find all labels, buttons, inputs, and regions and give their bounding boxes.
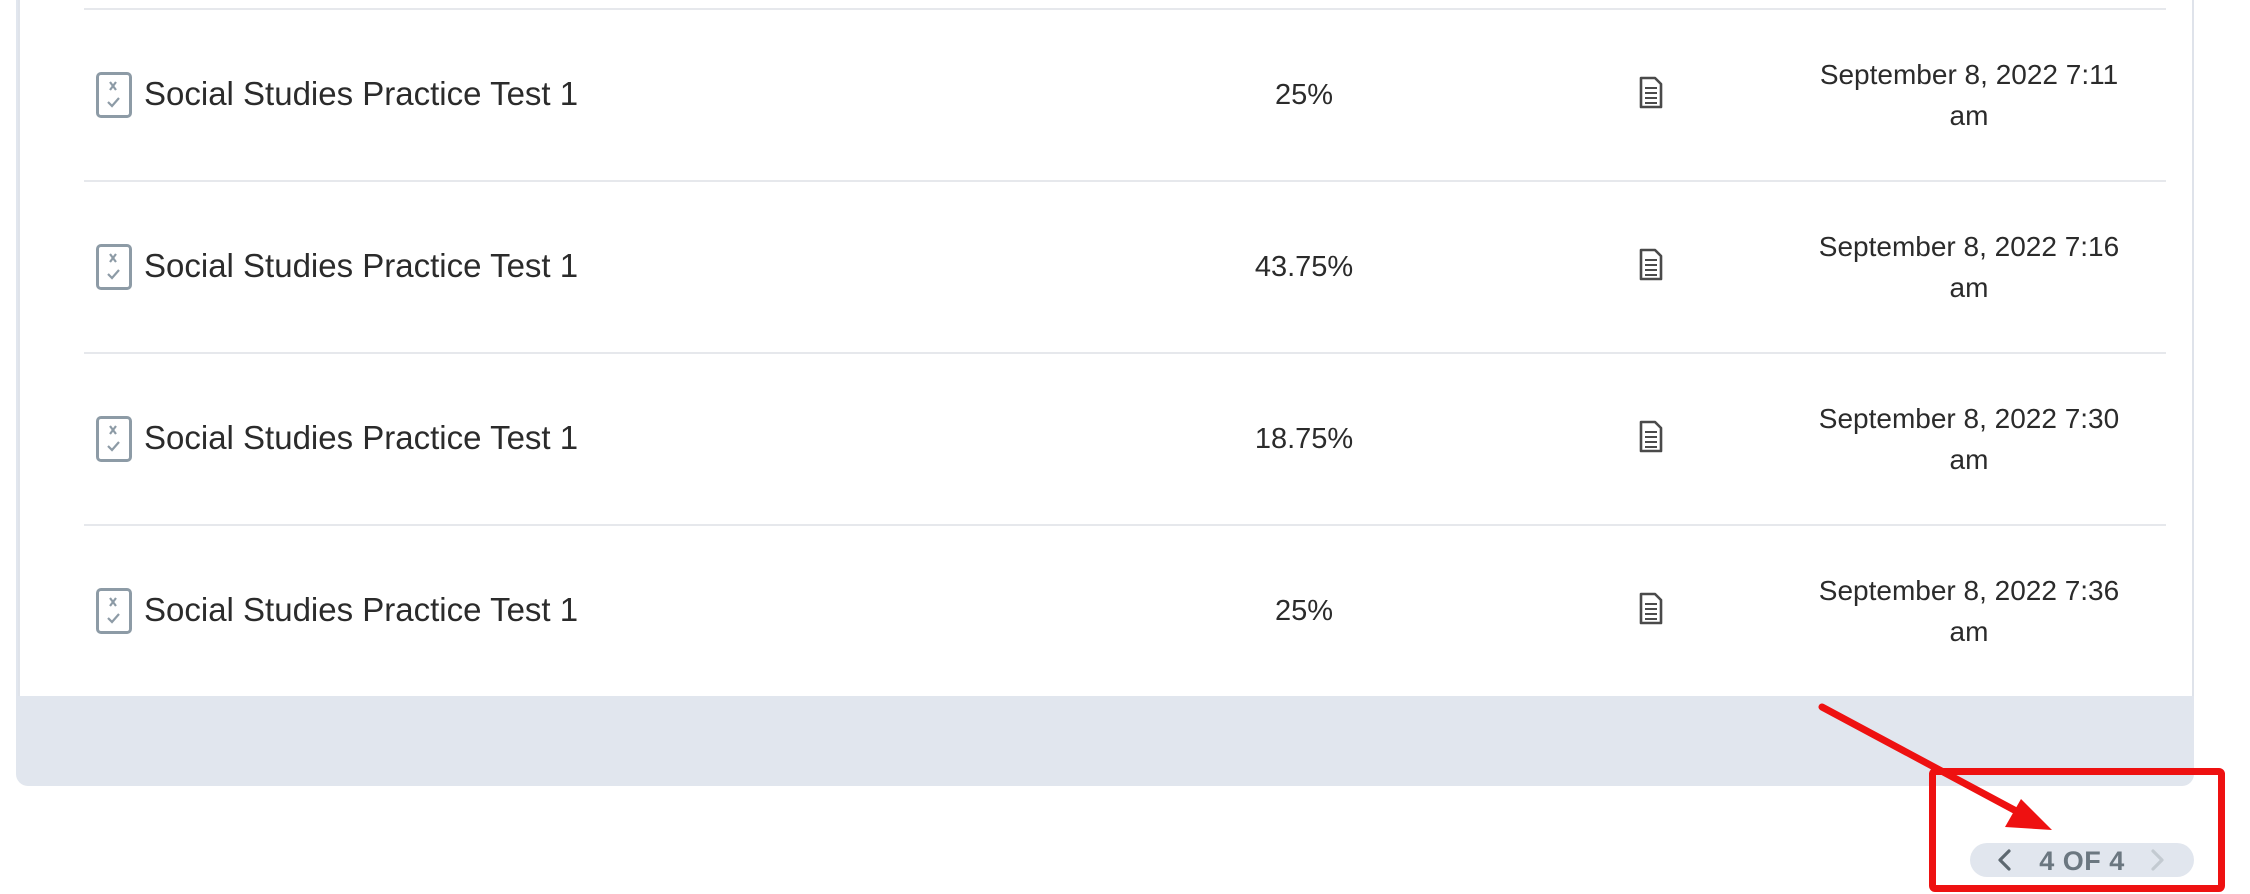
row-date-line2: am (1949, 616, 1989, 647)
row-title[interactable]: Social Studies Practice Test 1 (144, 418, 578, 458)
row-date-line1: September 8, 2022 7:30 (1818, 403, 2120, 434)
document-icon[interactable] (1636, 592, 1664, 626)
quiz-icon (96, 72, 132, 118)
document-icon[interactable] (1636, 76, 1664, 110)
row-score: 43.75% (1254, 251, 1354, 283)
quiz-icon (96, 588, 132, 634)
table-row[interactable]: Social Studies Practice Test 1 43.75% Se… (84, 182, 2166, 352)
row-title[interactable]: Social Studies Practice Test 1 (144, 590, 578, 630)
row-title[interactable]: Social Studies Practice Test 1 (144, 74, 578, 114)
row-date-line1: September 8, 2022 7:16 (1818, 231, 2120, 262)
row-date-line2: am (1949, 272, 1989, 303)
row-score: 18.75% (1254, 423, 1354, 455)
row-date: September 8, 2022 7:11 am (1784, 54, 2154, 136)
table-row[interactable]: Social Studies Practice Test 1 25% Septe… (84, 10, 2166, 180)
annotation-highlight-box (1929, 768, 2225, 892)
row-title[interactable]: Social Studies Practice Test 1 (144, 246, 578, 286)
row-score: 25% (1274, 595, 1334, 627)
row-date: September 8, 2022 7:30 am (1784, 398, 2154, 480)
quiz-icon (96, 416, 132, 462)
quiz-icon (96, 244, 132, 290)
results-card: Social Studies Practice Test 1 25% Septe… (18, 0, 2194, 696)
row-date-line1: September 8, 2022 7:11 (1819, 59, 2119, 90)
row-date: September 8, 2022 7:16 am (1784, 226, 2154, 308)
row-date: September 8, 2022 7:36 am (1784, 570, 2154, 652)
row-date-line2: am (1949, 100, 1989, 131)
row-score: 25% (1274, 79, 1334, 111)
document-icon[interactable] (1636, 420, 1664, 454)
row-date-line1: September 8, 2022 7:36 (1818, 575, 2120, 606)
table-row[interactable]: Social Studies Practice Test 1 18.75% Se… (84, 354, 2166, 524)
row-date-line2: am (1949, 444, 1989, 475)
table-row[interactable]: Social Studies Practice Test 1 25% Septe… (84, 526, 2166, 696)
document-icon[interactable] (1636, 248, 1664, 282)
